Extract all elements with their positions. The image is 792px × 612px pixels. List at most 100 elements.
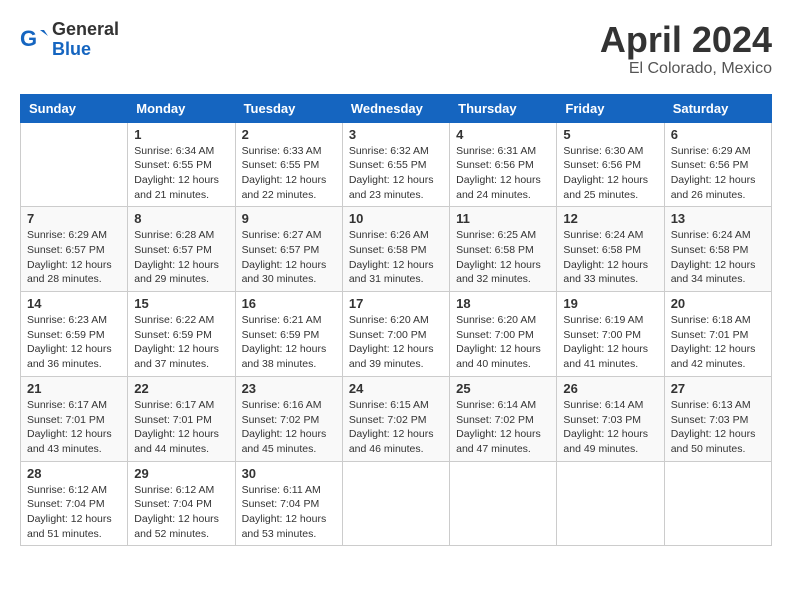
calendar-cell bbox=[557, 461, 664, 546]
cell-info: Sunrise: 6:11 AM Sunset: 7:04 PM Dayligh… bbox=[242, 483, 336, 542]
cell-info: Sunrise: 6:15 AM Sunset: 7:02 PM Dayligh… bbox=[349, 398, 443, 457]
daylight: Daylight: 12 hours and 23 minutes. bbox=[349, 174, 434, 201]
cell-info: Sunrise: 6:28 AM Sunset: 6:57 PM Dayligh… bbox=[134, 228, 228, 287]
calendar-cell: 19 Sunrise: 6:19 AM Sunset: 7:00 PM Dayl… bbox=[557, 292, 664, 377]
sunset: Sunset: 6:56 PM bbox=[456, 159, 534, 171]
day-number: 29 bbox=[134, 466, 228, 481]
location: El Colorado, Mexico bbox=[600, 60, 772, 78]
daylight: Daylight: 12 hours and 39 minutes. bbox=[349, 343, 434, 370]
cell-info: Sunrise: 6:14 AM Sunset: 7:02 PM Dayligh… bbox=[456, 398, 550, 457]
sunrise: Sunrise: 6:32 AM bbox=[349, 145, 429, 157]
day-number: 3 bbox=[349, 127, 443, 142]
daylight: Daylight: 12 hours and 34 minutes. bbox=[671, 259, 756, 286]
sunrise: Sunrise: 6:14 AM bbox=[456, 399, 536, 411]
day-number: 14 bbox=[27, 296, 121, 311]
day-number: 4 bbox=[456, 127, 550, 142]
calendar-cell: 20 Sunrise: 6:18 AM Sunset: 7:01 PM Dayl… bbox=[664, 292, 771, 377]
cell-info: Sunrise: 6:27 AM Sunset: 6:57 PM Dayligh… bbox=[242, 228, 336, 287]
sunset: Sunset: 6:59 PM bbox=[242, 329, 320, 341]
day-number: 2 bbox=[242, 127, 336, 142]
calendar-cell bbox=[450, 461, 557, 546]
calendar-cell: 11 Sunrise: 6:25 AM Sunset: 6:58 PM Dayl… bbox=[450, 207, 557, 292]
day-number: 15 bbox=[134, 296, 228, 311]
sunrise: Sunrise: 6:22 AM bbox=[134, 314, 214, 326]
cell-info: Sunrise: 6:20 AM Sunset: 7:00 PM Dayligh… bbox=[349, 313, 443, 372]
day-number: 27 bbox=[671, 381, 765, 396]
sunrise: Sunrise: 6:13 AM bbox=[671, 399, 751, 411]
calendar-cell: 14 Sunrise: 6:23 AM Sunset: 6:59 PM Dayl… bbox=[21, 292, 128, 377]
cell-info: Sunrise: 6:16 AM Sunset: 7:02 PM Dayligh… bbox=[242, 398, 336, 457]
daylight: Daylight: 12 hours and 50 minutes. bbox=[671, 428, 756, 455]
cell-info: Sunrise: 6:30 AM Sunset: 6:56 PM Dayligh… bbox=[563, 144, 657, 203]
sunrise: Sunrise: 6:21 AM bbox=[242, 314, 322, 326]
sunset: Sunset: 7:03 PM bbox=[671, 414, 749, 426]
day-number: 10 bbox=[349, 211, 443, 226]
daylight: Daylight: 12 hours and 24 minutes. bbox=[456, 174, 541, 201]
sunset: Sunset: 7:00 PM bbox=[456, 329, 534, 341]
cell-info: Sunrise: 6:19 AM Sunset: 7:00 PM Dayligh… bbox=[563, 313, 657, 372]
cell-info: Sunrise: 6:29 AM Sunset: 6:56 PM Dayligh… bbox=[671, 144, 765, 203]
calendar-cell bbox=[21, 122, 128, 207]
cell-info: Sunrise: 6:24 AM Sunset: 6:58 PM Dayligh… bbox=[563, 228, 657, 287]
calendar-cell: 23 Sunrise: 6:16 AM Sunset: 7:02 PM Dayl… bbox=[235, 376, 342, 461]
calendar-day-header: Monday bbox=[128, 94, 235, 122]
cell-info: Sunrise: 6:26 AM Sunset: 6:58 PM Dayligh… bbox=[349, 228, 443, 287]
sunset: Sunset: 7:00 PM bbox=[349, 329, 427, 341]
sunrise: Sunrise: 6:16 AM bbox=[242, 399, 322, 411]
svg-text:G: G bbox=[20, 26, 37, 51]
sunrise: Sunrise: 6:20 AM bbox=[456, 314, 536, 326]
daylight: Daylight: 12 hours and 37 minutes. bbox=[134, 343, 219, 370]
day-number: 17 bbox=[349, 296, 443, 311]
calendar-cell: 28 Sunrise: 6:12 AM Sunset: 7:04 PM Dayl… bbox=[21, 461, 128, 546]
daylight: Daylight: 12 hours and 46 minutes. bbox=[349, 428, 434, 455]
calendar-cell: 21 Sunrise: 6:17 AM Sunset: 7:01 PM Dayl… bbox=[21, 376, 128, 461]
sunrise: Sunrise: 6:17 AM bbox=[134, 399, 214, 411]
calendar-cell: 29 Sunrise: 6:12 AM Sunset: 7:04 PM Dayl… bbox=[128, 461, 235, 546]
calendar-day-header: Saturday bbox=[664, 94, 771, 122]
calendar-cell: 25 Sunrise: 6:14 AM Sunset: 7:02 PM Dayl… bbox=[450, 376, 557, 461]
daylight: Daylight: 12 hours and 38 minutes. bbox=[242, 343, 327, 370]
cell-info: Sunrise: 6:12 AM Sunset: 7:04 PM Dayligh… bbox=[27, 483, 121, 542]
daylight: Daylight: 12 hours and 22 minutes. bbox=[242, 174, 327, 201]
sunset: Sunset: 7:03 PM bbox=[563, 414, 641, 426]
day-number: 5 bbox=[563, 127, 657, 142]
day-number: 13 bbox=[671, 211, 765, 226]
cell-info: Sunrise: 6:33 AM Sunset: 6:55 PM Dayligh… bbox=[242, 144, 336, 203]
day-number: 16 bbox=[242, 296, 336, 311]
calendar-week-row: 14 Sunrise: 6:23 AM Sunset: 6:59 PM Dayl… bbox=[21, 292, 772, 377]
sunrise: Sunrise: 6:27 AM bbox=[242, 229, 322, 241]
day-number: 24 bbox=[349, 381, 443, 396]
sunset: Sunset: 6:58 PM bbox=[456, 244, 534, 256]
cell-info: Sunrise: 6:18 AM Sunset: 7:01 PM Dayligh… bbox=[671, 313, 765, 372]
calendar-cell: 16 Sunrise: 6:21 AM Sunset: 6:59 PM Dayl… bbox=[235, 292, 342, 377]
daylight: Daylight: 12 hours and 49 minutes. bbox=[563, 428, 648, 455]
cell-info: Sunrise: 6:14 AM Sunset: 7:03 PM Dayligh… bbox=[563, 398, 657, 457]
logo-text: General Blue bbox=[52, 20, 119, 60]
cell-info: Sunrise: 6:24 AM Sunset: 6:58 PM Dayligh… bbox=[671, 228, 765, 287]
sunrise: Sunrise: 6:18 AM bbox=[671, 314, 751, 326]
day-number: 8 bbox=[134, 211, 228, 226]
calendar-table: SundayMondayTuesdayWednesdayThursdayFrid… bbox=[20, 94, 772, 547]
calendar-week-row: 1 Sunrise: 6:34 AM Sunset: 6:55 PM Dayli… bbox=[21, 122, 772, 207]
calendar-cell: 26 Sunrise: 6:14 AM Sunset: 7:03 PM Dayl… bbox=[557, 376, 664, 461]
sunrise: Sunrise: 6:33 AM bbox=[242, 145, 322, 157]
sunset: Sunset: 7:04 PM bbox=[27, 498, 105, 510]
sunrise: Sunrise: 6:11 AM bbox=[242, 484, 321, 496]
daylight: Daylight: 12 hours and 52 minutes. bbox=[134, 513, 219, 540]
day-number: 20 bbox=[671, 296, 765, 311]
logo-blue: Blue bbox=[52, 40, 119, 60]
calendar-cell: 30 Sunrise: 6:11 AM Sunset: 7:04 PM Dayl… bbox=[235, 461, 342, 546]
day-number: 7 bbox=[27, 211, 121, 226]
cell-info: Sunrise: 6:12 AM Sunset: 7:04 PM Dayligh… bbox=[134, 483, 228, 542]
daylight: Daylight: 12 hours and 25 minutes. bbox=[563, 174, 648, 201]
sunrise: Sunrise: 6:24 AM bbox=[671, 229, 751, 241]
day-number: 25 bbox=[456, 381, 550, 396]
calendar-day-header: Sunday bbox=[21, 94, 128, 122]
sunset: Sunset: 6:55 PM bbox=[134, 159, 212, 171]
sunrise: Sunrise: 6:23 AM bbox=[27, 314, 107, 326]
sunrise: Sunrise: 6:15 AM bbox=[349, 399, 429, 411]
calendar-day-header: Tuesday bbox=[235, 94, 342, 122]
cell-info: Sunrise: 6:25 AM Sunset: 6:58 PM Dayligh… bbox=[456, 228, 550, 287]
daylight: Daylight: 12 hours and 40 minutes. bbox=[456, 343, 541, 370]
cell-info: Sunrise: 6:22 AM Sunset: 6:59 PM Dayligh… bbox=[134, 313, 228, 372]
